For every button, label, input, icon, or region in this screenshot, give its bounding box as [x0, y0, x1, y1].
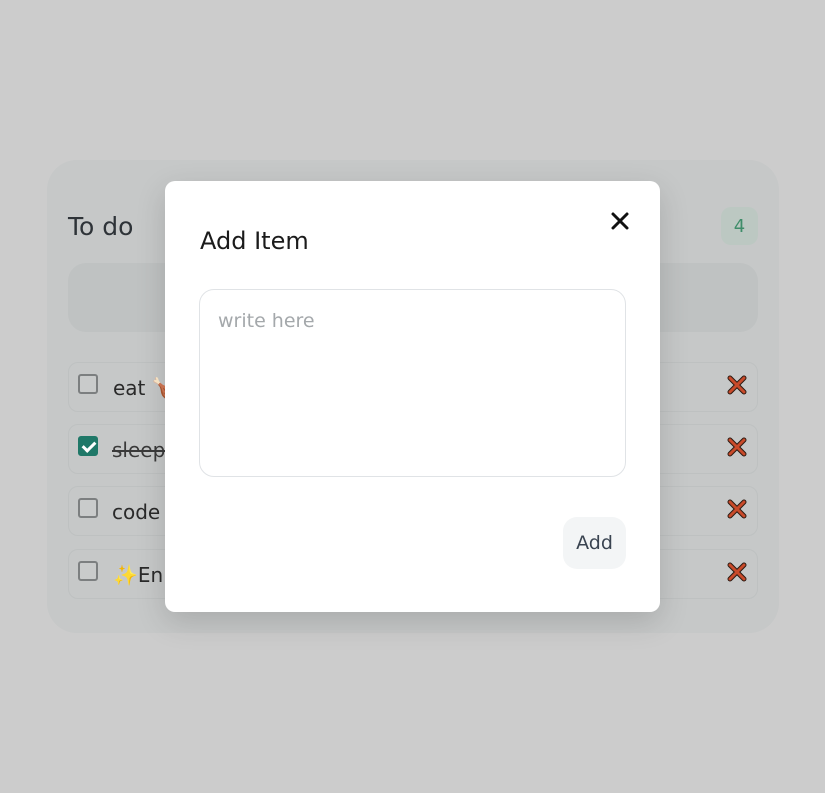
todo-checkbox[interactable]	[78, 561, 98, 581]
todo-item-label: code	[112, 500, 161, 524]
item-textarea[interactable]	[199, 289, 626, 477]
todo-checkbox[interactable]	[78, 374, 98, 394]
delete-icon[interactable]	[727, 562, 747, 582]
modal-title: Add Item	[200, 227, 309, 255]
todo-checkbox[interactable]	[78, 436, 98, 456]
delete-icon[interactable]	[727, 499, 747, 519]
todo-item-label: ✨En	[113, 563, 164, 587]
close-icon	[611, 212, 629, 230]
add-item-modal: Add Item Add	[165, 181, 660, 612]
todo-checkbox[interactable]	[78, 498, 98, 518]
close-button[interactable]	[606, 207, 634, 235]
delete-icon[interactable]	[727, 437, 747, 457]
todo-title: To do	[68, 212, 134, 241]
add-button[interactable]: Add	[563, 517, 626, 569]
todo-item-label: sleep	[112, 438, 166, 462]
todo-count-badge: 4	[721, 207, 758, 245]
delete-icon[interactable]	[727, 375, 747, 395]
